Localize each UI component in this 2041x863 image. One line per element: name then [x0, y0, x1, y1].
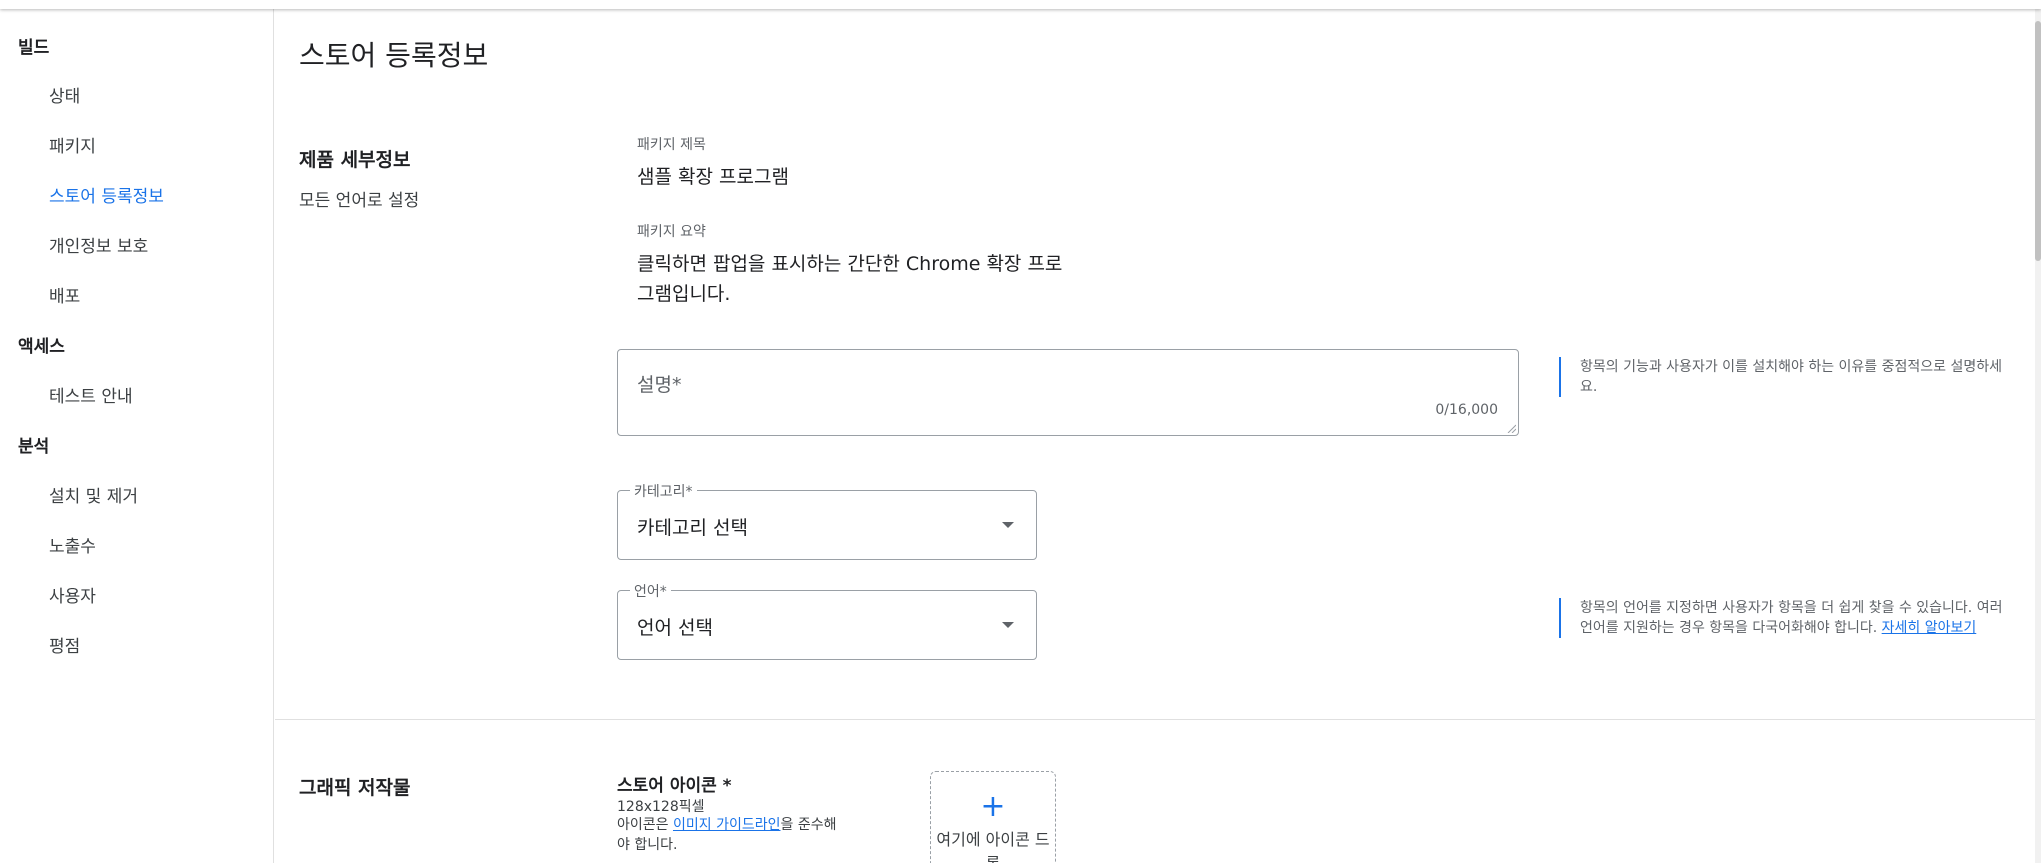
description-placeholder: 설명*: [637, 374, 682, 396]
language-hint: 항목의 언어를 지정하면 사용자가 항목을 더 쉽게 찾을 수 있습니다. 여러…: [1559, 598, 2019, 638]
sidebar-item-impressions[interactable]: 노출수: [49, 532, 96, 557]
description-char-counter: 0/16,000: [1435, 402, 1498, 418]
store-icon-guideline: 아이콘은 이미지 가이드라인을 준수해야 합니다.: [617, 815, 837, 855]
sidebar-item-test-instructions[interactable]: 테스트 안내: [49, 382, 133, 407]
nav-section-build: 빌드: [18, 38, 50, 58]
graphics-title: 그래픽 저작물: [299, 777, 411, 799]
page-scrollbar[interactable]: [2035, 9, 2041, 863]
add-icon: +: [980, 789, 1006, 824]
category-label: 카테고리*: [630, 481, 697, 501]
top-app-bar: [0, 0, 2041, 9]
description-hint: 항목의 기능과 사용자가 이를 설치해야 하는 이유를 중점적으로 설명하세요.: [1559, 357, 2019, 397]
package-title-value: 샘플 확장 프로그램: [637, 166, 789, 188]
nav-section-access: 액세스: [18, 337, 65, 357]
image-guideline-link[interactable]: 이미지 가이드라인: [673, 817, 781, 833]
category-value: 카테고리 선택: [637, 517, 748, 539]
sidebar-item-installs[interactable]: 설치 및 제거: [49, 482, 138, 507]
sidebar-item-users[interactable]: 사용자: [49, 582, 96, 607]
store-icon-size: 128x128픽셀: [617, 799, 705, 815]
sidebar-item-status[interactable]: 상태: [49, 82, 80, 107]
product-details-title: 제품 세부정보: [299, 149, 411, 171]
sidebar-nav: 빌드 상태 패키지 스토어 등록정보 개인정보 보호 배포 액세스 테스트 안내…: [0, 9, 274, 863]
learn-more-link[interactable]: 자세히 알아보기: [1882, 620, 1977, 636]
page-title: 스토어 등록정보: [299, 39, 489, 72]
package-summary-label: 패키지 요약: [637, 224, 706, 240]
dropdown-arrow-icon: [1002, 522, 1014, 528]
scrollbar-thumb[interactable]: [2035, 21, 2041, 261]
sidebar-item-store-listing[interactable]: 스토어 등록정보: [49, 182, 164, 207]
package-summary-value: 클릭하면 팝업을 표시하는 간단한 Chrome 확장 프로그램입니다.: [637, 253, 1063, 305]
sidebar-item-package[interactable]: 패키지: [49, 132, 96, 157]
language-select[interactable]: 언어* 언어 선택: [617, 581, 1037, 660]
category-select[interactable]: 카테고리* 카테고리 선택: [617, 481, 1037, 560]
upload-instruction: 여기에 아이콘 드롭: [936, 830, 1050, 863]
guideline-prefix: 아이콘은: [617, 817, 673, 833]
language-value: 언어 선택: [637, 617, 713, 639]
sidebar-item-ratings[interactable]: 평점: [49, 632, 80, 657]
sidebar-item-privacy[interactable]: 개인정보 보호: [49, 232, 148, 257]
package-title-label: 패키지 제목: [637, 137, 706, 153]
resize-grip-icon[interactable]: [1506, 423, 1516, 433]
language-label: 언어*: [630, 581, 671, 601]
product-details-subtitle: 모든 언어로 설정: [299, 191, 420, 211]
section-divider: [275, 719, 2035, 720]
nav-section-analytics: 분석: [18, 437, 50, 457]
main-content: 스토어 등록정보 제품 세부정보 모든 언어로 설정 패키지 제목 샘플 확장 …: [275, 9, 2041, 863]
dropdown-arrow-icon: [1002, 622, 1014, 628]
icon-upload-dropzone[interactable]: + 여기에 아이콘 드롭: [930, 771, 1056, 863]
description-textarea[interactable]: 설명* 0/16,000: [617, 349, 1519, 436]
store-icon-title: 스토어 아이콘 *: [617, 776, 732, 796]
sidebar-item-distribution[interactable]: 배포: [49, 282, 80, 307]
